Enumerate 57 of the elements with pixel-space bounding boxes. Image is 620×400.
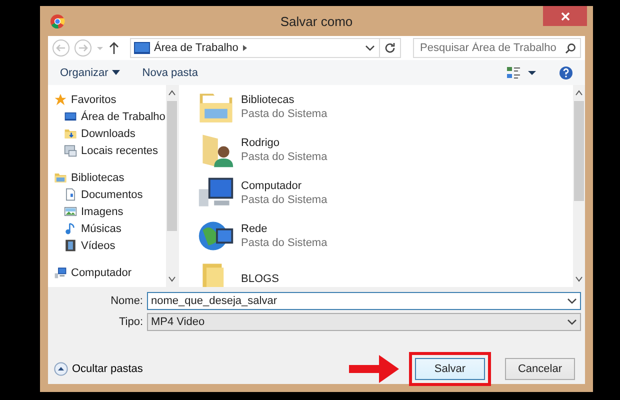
help-icon[interactable] (559, 66, 573, 80)
dropdown-icon[interactable] (365, 44, 375, 52)
dropdown-icon[interactable] (567, 318, 577, 326)
document-icon (64, 188, 77, 201)
new-folder-button[interactable]: Nova pasta (142, 64, 198, 80)
sidebar-item[interactable]: Computador (54, 264, 166, 281)
file-type-dropdown[interactable]: MP4 Video (147, 313, 581, 331)
scroll-up-icon[interactable] (575, 89, 583, 97)
sidebar-item[interactable]: Locais recentes (54, 142, 166, 159)
scroll-down-icon[interactable] (168, 275, 176, 283)
sidebar-item[interactable]: Vídeos (54, 237, 166, 254)
computer-icon (54, 266, 67, 279)
address-bar[interactable]: Área de Trabalho (130, 38, 401, 58)
sidebar-item[interactable]: Downloads (54, 125, 166, 142)
scroll-down-icon[interactable] (575, 275, 583, 283)
save-button[interactable]: Salvar (409, 352, 491, 386)
recent-places-icon (64, 144, 77, 157)
sidebar-item[interactable]: Músicas (54, 220, 166, 237)
file-name-field[interactable]: nome_que_deseja_salvar (147, 292, 581, 310)
sidebar-item[interactable]: Favoritos (54, 91, 166, 108)
annotation-arrow (349, 353, 401, 385)
chevron-icon[interactable] (242, 44, 248, 52)
sidebar-item[interactable]: Área de Trabalho (54, 108, 166, 125)
collapse-icon (54, 362, 68, 376)
address-path[interactable]: Área de Trabalho (154, 42, 238, 54)
window-title: Salvar como (280, 14, 353, 28)
sidebar-item[interactable]: Bibliotecas (54, 169, 166, 186)
search-icon (565, 42, 576, 54)
sidebar-item[interactable]: Imagens (54, 203, 166, 220)
close-button[interactable] (543, 6, 587, 26)
close-icon (560, 12, 570, 20)
hide-folders-button[interactable]: Ocultar pastas (54, 362, 143, 376)
scrollbar[interactable] (573, 85, 585, 287)
music-note-icon (64, 222, 77, 235)
file-item[interactable]: Bibliotecas Pasta do Sistema (197, 88, 573, 126)
type-label: Tipo: (118, 316, 143, 328)
refresh-icon[interactable] (384, 42, 396, 54)
monitor-icon (134, 42, 150, 54)
file-item[interactable]: Computador Pasta do Sistema (197, 174, 573, 212)
scrollbar[interactable] (166, 85, 178, 287)
star-icon (54, 93, 67, 106)
caret-icon (112, 70, 120, 75)
up-arrow-icon[interactable] (108, 41, 120, 55)
dropdown-icon[interactable] (567, 297, 577, 305)
view-options-icon[interactable] (507, 66, 537, 80)
monitor-icon (64, 110, 77, 123)
library-folder-icon (54, 171, 67, 184)
file-item[interactable]: Rodrigo Pasta do Sistema (197, 131, 573, 169)
film-icon (64, 239, 77, 252)
file-item[interactable]: Rede Pasta do Sistema (197, 217, 573, 255)
browser-logo-icon (50, 14, 65, 29)
organize-button[interactable]: Organizar (60, 64, 120, 80)
download-folder-icon (64, 127, 77, 140)
image-icon (64, 205, 77, 218)
sidebar-item[interactable]: Documentos (54, 186, 166, 203)
name-label: Nome: (110, 295, 143, 307)
scroll-up-icon[interactable] (168, 89, 176, 97)
